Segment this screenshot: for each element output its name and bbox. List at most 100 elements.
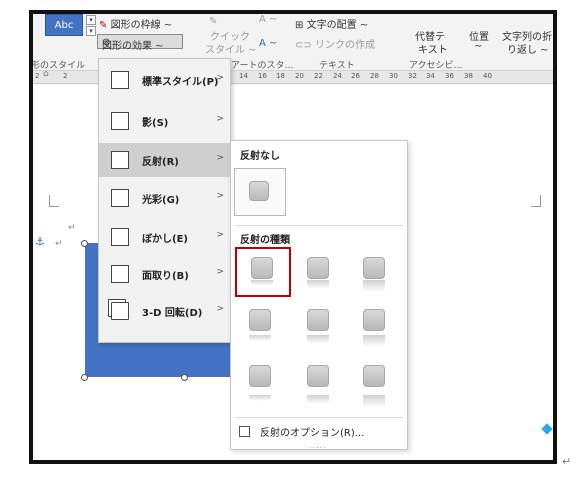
reflection-option-full-8pt[interactable] [349,359,405,409]
create-link-button[interactable]: ⊂⊃ リンクの作成 [295,36,375,51]
chevron-right-icon: > [216,73,224,83]
shadow-icon [111,112,129,130]
menu-item-3d-rotation[interactable]: 3-D 回転(D) > [99,294,230,328]
text-outline-icon[interactable]: A ~ [259,38,277,49]
ruler-tick: 34 [426,72,435,80]
screenshot-frame: Abc ▾ ▾ ✎ 図形の枠線 ~ ⊘ 図形の効果 ~ ✎ クイック スタイル … [29,10,557,464]
quick-style-icon: ✎ [209,16,218,27]
ruler-tick: 40 [483,72,492,80]
gallery-more-button[interactable]: ▾ [86,26,96,36]
reflection-option-tight-touching[interactable] [235,247,291,297]
menu-item-glow[interactable]: 光彩(G) > [99,181,230,215]
indent-marker-icon[interactable]: ⌂ [43,69,49,79]
reflection-shadow [363,395,385,407]
create-link-label: リンクの作成 [314,40,375,51]
shape-effects-button[interactable]: ⊘ 図形の効果 ~ [97,34,183,52]
page-corner-left [49,195,59,207]
menu-item-label: 標準スタイル(P) [142,76,219,88]
reflection-shadow [249,395,271,401]
chevron-right-icon: > [216,153,224,163]
reflection-option-tight-8pt[interactable] [235,359,291,409]
layout-options-icon[interactable] [541,423,553,435]
reflection-option-half-4pt[interactable] [293,301,349,351]
reflection-shadow [307,335,329,344]
paragraph-mark: ↵ [562,455,572,468]
ruler-tick: 2 [63,72,68,80]
ruler-tick: 38 [464,72,473,80]
reflection-option-full-touching[interactable] [349,247,405,297]
alt-text-label-line2: キスト [418,45,448,56]
reflection-shadow [363,280,385,292]
ruler-tick: 30 [389,72,398,80]
text-direction-icon: ⊞ [295,20,304,31]
ruler-tick: 22 [314,72,323,80]
anchor-icon[interactable]: ⚓ [35,235,45,248]
ruler-tick: 24 [333,72,342,80]
ruler-tick: 28 [370,72,379,80]
menu-item-preset[interactable]: 標準スタイル(P) > [99,63,230,97]
reflection-icon [111,151,129,169]
reflection-option-tight-4pt[interactable] [235,301,291,351]
reflection-options-label: 反射のオプション(R)... [260,427,365,439]
menu-item-label: ぼかし(E) [142,233,188,245]
glow-icon [111,189,129,207]
menu-item-reflection[interactable]: 反射(R) > [99,143,230,177]
reflection-options-button[interactable]: 反射のオプション(R)... [235,422,403,440]
no-reflection-option[interactable] [234,168,286,216]
reflection-gallery: 反射なし 反射の種類 反射のオプション(R)... ..... [230,140,408,450]
ruler-tick: 18 [276,72,285,80]
menu-item-bevel[interactable]: 面取り(B) > [99,257,230,291]
ruler-tick: 32 [408,72,417,80]
reflection-shadow [363,335,385,347]
chevron-right-icon: > [216,191,224,201]
reflection-thumbnail [363,365,385,387]
ruler-tick: 26 [351,72,360,80]
position-dropdown-arrow: ~ [474,41,483,52]
ruler-tick: 36 [445,72,454,80]
shape-effects-menu: 標準スタイル(P) > 影(S) > 反射(R) > 光彩(G) > ぼかし(E… [98,58,231,343]
resize-handle[interactable] [181,374,188,381]
text-fill-icon[interactable]: A ~ [259,14,277,25]
options-box-icon [239,425,250,437]
paragraph-mark: ↵ [68,223,76,233]
paragraph-mark: ↵ [55,239,63,249]
menu-item-label: 面取り(B) [142,270,189,282]
ruler-tick: 2 [35,72,40,80]
menu-item-label: 3-D 回転(D) [142,307,203,319]
resize-handle[interactable] [81,240,88,247]
resize-grip-icon[interactable]: ..... [309,441,327,450]
gallery-separator [235,225,403,226]
reflection-option-full-4pt[interactable] [349,301,405,351]
gallery-scroll-up-button[interactable]: ▾ [86,15,96,25]
reflection-thumbnail [307,309,329,331]
pen-icon: ✎ [99,20,108,31]
shape-outline-button[interactable]: ✎ 図形の枠線 ~ [99,16,172,31]
text-direction-label: 文字の配置 ~ [306,20,369,31]
ruler-tick: 14 [239,72,248,80]
reflection-thumbnail [307,365,329,387]
bevel-icon [111,265,129,283]
no-reflection-thumbnail [249,181,269,201]
reflection-thumbnail [363,309,385,331]
link-icon: ⊂⊃ [295,40,312,51]
reflection-thumbnail [251,257,273,279]
reflection-thumbnail [307,257,329,279]
shape-style-preview[interactable]: Abc [45,14,83,36]
text-direction-button[interactable]: ⊞ 文字の配置 ~ [295,16,368,31]
chevron-right-icon: > [216,267,224,277]
reflection-thumbnail [249,365,271,387]
reflection-option-half-touching[interactable] [293,247,349,297]
menu-item-label: 光彩(G) [142,194,180,206]
chevron-right-icon: > [216,230,224,240]
menu-item-soft-edges[interactable]: ぼかし(E) > [99,220,230,254]
menu-item-label: 影(S) [142,117,169,129]
reflection-option-half-8pt[interactable] [293,359,349,409]
reflection-shadow [249,335,271,341]
shape-effects-label: 図形の効果 ~ [102,41,164,52]
menu-item-label: 反射(R) [142,156,179,168]
no-reflection-heading: 反射なし [240,151,280,162]
reflection-shadow [307,395,329,404]
menu-item-shadow[interactable]: 影(S) > [99,104,230,138]
resize-handle[interactable] [81,374,88,381]
page-corner-right [531,195,541,207]
